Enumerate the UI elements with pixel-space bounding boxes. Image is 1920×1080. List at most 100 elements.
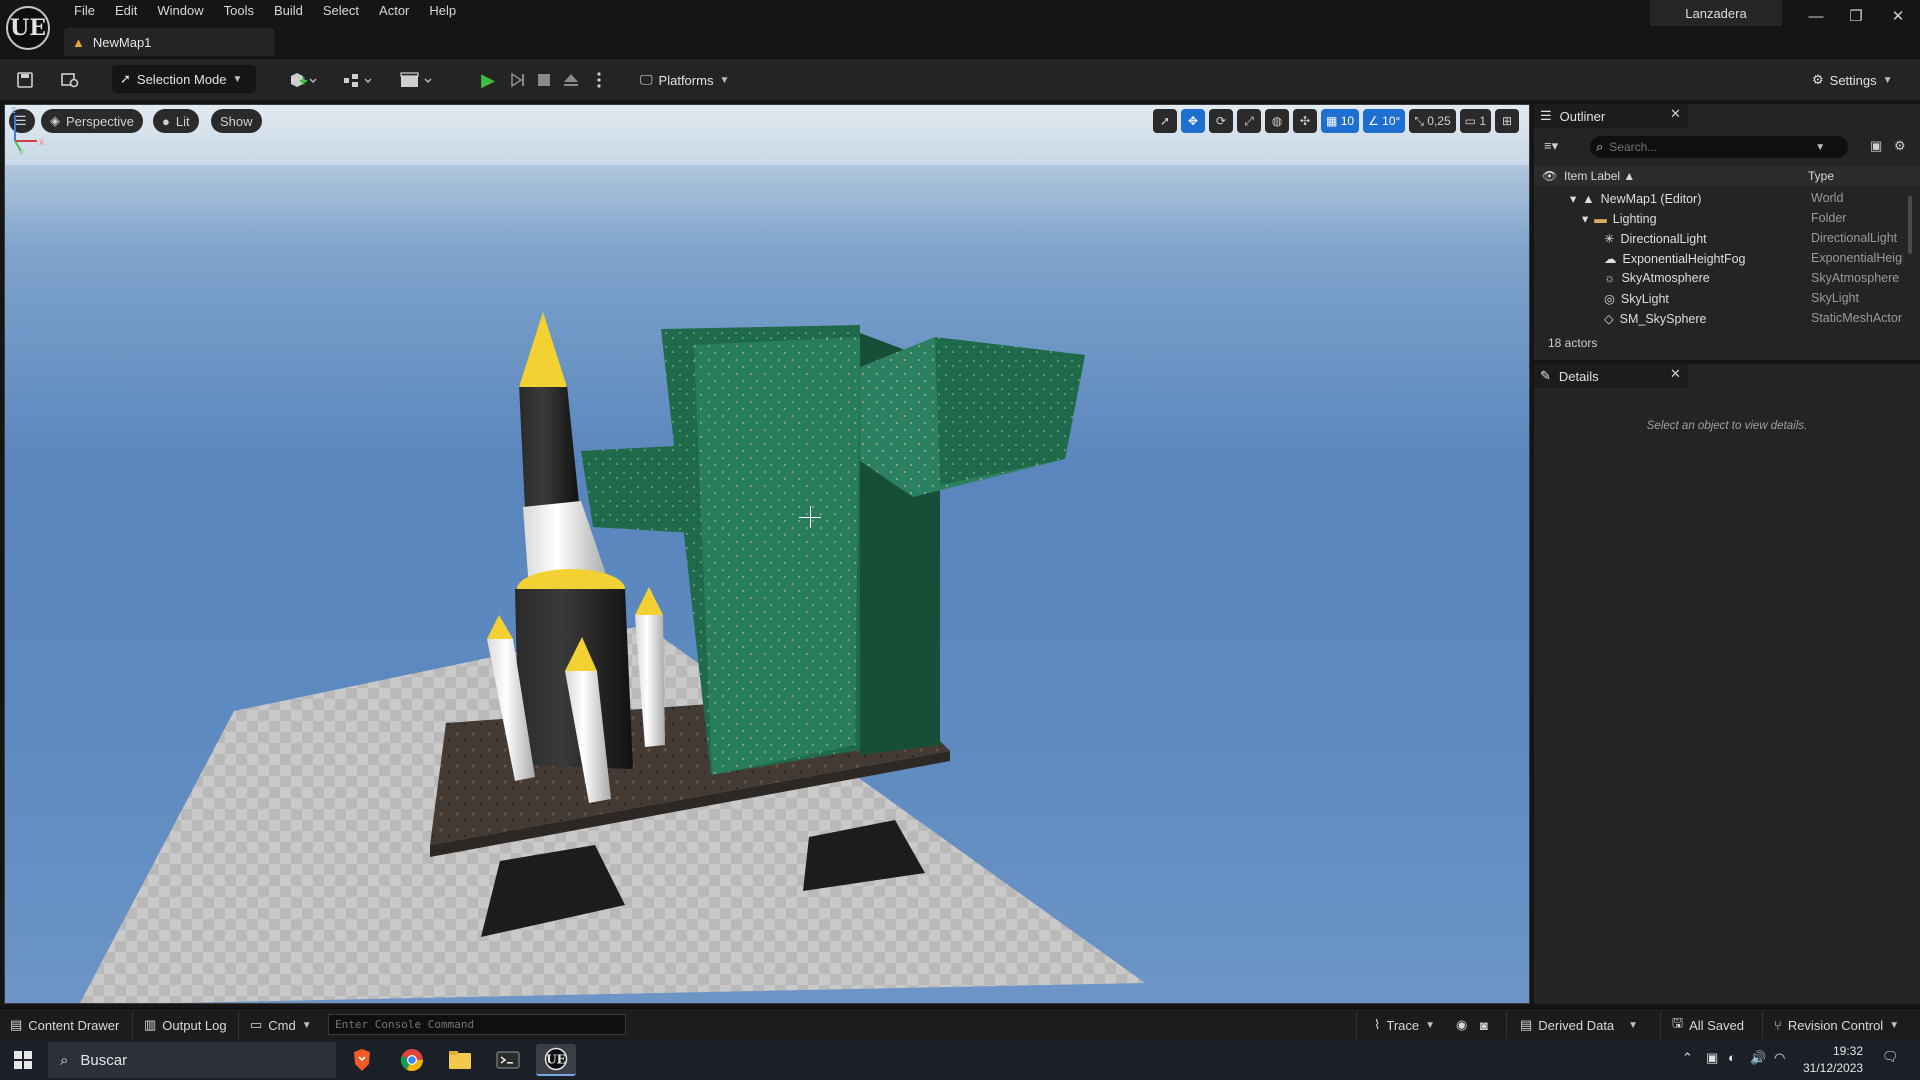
outliner-scrollbar[interactable] bbox=[1908, 196, 1912, 254]
column-item-label[interactable]: Item Label ▲ bbox=[1564, 169, 1635, 183]
platforms-dropdown[interactable]: 🖵 Platforms ▼ bbox=[640, 67, 729, 93]
skylight-icon: ◎ bbox=[1604, 292, 1615, 306]
blueprint-icon[interactable] bbox=[342, 69, 374, 91]
chevron-down-icon[interactable]: ▼ bbox=[1815, 142, 1825, 153]
rotation-snap-toggle[interactable]: ∠ 10° bbox=[1363, 109, 1406, 133]
menu-select[interactable]: Select bbox=[313, 0, 369, 24]
close-window-button[interactable]: ✕ bbox=[1880, 4, 1916, 28]
console-input-box[interactable] bbox=[328, 1014, 626, 1035]
outliner-row[interactable]: ▾ ▲ NewMap1 (Editor) World bbox=[1534, 188, 1914, 208]
gear-icon[interactable]: ⚙ bbox=[1894, 138, 1906, 154]
axis-x-label: x bbox=[39, 137, 44, 148]
rotate-tool-icon[interactable]: ⟳ bbox=[1209, 109, 1233, 133]
eject-icon[interactable] bbox=[562, 69, 580, 91]
cinematics-icon[interactable] bbox=[398, 69, 434, 91]
minimize-button[interactable]: — bbox=[1798, 4, 1834, 28]
more-options-icon[interactable] bbox=[596, 69, 602, 91]
save-icon[interactable] bbox=[16, 69, 34, 91]
filter-icon[interactable]: ≡▾ bbox=[1544, 138, 1558, 154]
camera-icon: ▭ bbox=[1464, 114, 1476, 128]
divider bbox=[132, 1011, 133, 1039]
notifications-icon[interactable]: 🗨 bbox=[1882, 1049, 1899, 1065]
menu-tools[interactable]: Tools bbox=[214, 0, 264, 24]
trace-dropdown[interactable]: ⌇ Trace ▼ bbox=[1374, 1015, 1435, 1035]
visibility-icon[interactable]: 👁 bbox=[1542, 169, 1557, 183]
output-log-button[interactable]: ▥ Output Log bbox=[144, 1015, 227, 1035]
lit-button[interactable]: ● Lit bbox=[153, 109, 199, 133]
menu-build[interactable]: Build bbox=[264, 0, 313, 24]
search-input[interactable] bbox=[1609, 140, 1810, 154]
record-icon[interactable]: ◉ bbox=[1456, 1015, 1467, 1035]
brave-browser-icon[interactable] bbox=[342, 1044, 382, 1076]
volume-icon[interactable]: 🔊 bbox=[1750, 1050, 1766, 1066]
camera-speed-button[interactable]: ▭ 1 bbox=[1459, 109, 1491, 133]
windows-start-icon[interactable] bbox=[8, 1046, 38, 1074]
wifi-icon[interactable]: ◠ bbox=[1774, 1050, 1785, 1066]
cmd-dropdown[interactable]: ▭ Cmd ▼ bbox=[250, 1015, 312, 1035]
close-icon[interactable]: ✕ bbox=[1670, 366, 1681, 382]
chrome-icon[interactable] bbox=[392, 1044, 432, 1076]
viewport-layout-icon[interactable]: ⊞ bbox=[1495, 109, 1519, 133]
console-input[interactable] bbox=[335, 1018, 615, 1031]
tab-newmap1[interactable]: ▲ NewMap1 bbox=[64, 28, 274, 56]
column-type[interactable]: Type bbox=[1808, 169, 1834, 183]
select-tool-icon[interactable]: ➚ bbox=[1153, 109, 1177, 133]
outliner-row[interactable]: ☁ ExponentialHeightFog ExponentialHeightF… bbox=[1534, 248, 1914, 268]
outliner-row[interactable]: ◇ SM_SkySphere StaticMeshActor bbox=[1534, 308, 1914, 328]
settings-dropdown[interactable]: ⚙ Settings ▼ bbox=[1812, 67, 1893, 93]
chevron-down-icon: ▼ bbox=[1889, 1019, 1900, 1031]
surface-snap-icon[interactable]: ✣ bbox=[1293, 109, 1317, 133]
menu-actor[interactable]: Actor bbox=[369, 0, 419, 24]
menu-edit[interactable]: Edit bbox=[105, 0, 147, 24]
outliner-header: 👁 Item Label ▲ Type bbox=[1534, 166, 1920, 186]
world-space-icon[interactable]: ◍ bbox=[1265, 109, 1289, 133]
collapse-arrow-icon[interactable]: ▾ bbox=[1570, 191, 1576, 206]
grid-snap-toggle[interactable]: ▦ 10 bbox=[1321, 109, 1360, 133]
step-icon[interactable] bbox=[508, 69, 526, 91]
tab-details[interactable]: ✎ Details bbox=[1534, 364, 1688, 388]
browse-content-icon[interactable] bbox=[60, 69, 80, 91]
revision-control-dropdown[interactable]: ⑂ Revision Control ▼ bbox=[1774, 1015, 1899, 1035]
taskbar-search[interactable]: ⌕ Buscar bbox=[48, 1042, 336, 1078]
level-viewport[interactable]: ☰ ◈ Perspective ● Lit Show ➚ ✥ ⟳ ⤢ ◍ ✣ ▦… bbox=[4, 104, 1530, 1004]
play-icon[interactable]: ▶ bbox=[474, 67, 502, 93]
unreal-editor-icon[interactable]: UE bbox=[536, 1044, 576, 1076]
perspective-button[interactable]: ◈ Perspective bbox=[41, 109, 143, 133]
outliner-row[interactable]: ☼ SkyAtmosphere SkyAtmosphere bbox=[1534, 268, 1914, 288]
menu-file[interactable]: File bbox=[64, 0, 105, 24]
scale-snap-toggle[interactable]: ⤡ 0,25 bbox=[1409, 109, 1456, 133]
show-button[interactable]: Show bbox=[211, 109, 262, 133]
derived-data-dropdown[interactable]: ▤ Derived Data ▼ bbox=[1520, 1015, 1638, 1035]
content-drawer-button[interactable]: ▤ Content Drawer bbox=[10, 1015, 119, 1035]
stop-icon[interactable] bbox=[536, 69, 552, 91]
chevron-up-icon[interactable]: ⌃ bbox=[1682, 1050, 1693, 1066]
outliner-search[interactable]: ⌕ ▼ bbox=[1590, 136, 1848, 158]
taskbar-clock[interactable]: 19:32 31/12/2023 bbox=[1803, 1043, 1863, 1077]
close-icon[interactable]: ✕ bbox=[1670, 106, 1681, 122]
outliner-row[interactable]: ◎ SkyLight SkyLight bbox=[1534, 288, 1914, 308]
restore-button[interactable]: ❐ bbox=[1838, 4, 1874, 28]
trace-label: Trace bbox=[1386, 1017, 1420, 1033]
menu-window[interactable]: Window bbox=[147, 0, 213, 24]
all-saved-button[interactable]: 🖫 All Saved bbox=[1672, 1015, 1744, 1035]
chevron-down-icon: ▼ bbox=[301, 1019, 312, 1031]
new-folder-icon[interactable]: ▣ bbox=[1870, 138, 1882, 154]
file-explorer-icon[interactable] bbox=[440, 1044, 480, 1076]
row-label: DirectionalLight bbox=[1620, 231, 1707, 246]
log-icon: ▥ bbox=[144, 1017, 157, 1032]
terminal-icon[interactable] bbox=[488, 1044, 528, 1076]
unreal-logo-icon[interactable]: UE bbox=[6, 6, 50, 50]
add-actor-icon[interactable] bbox=[288, 69, 318, 91]
screenshot-icon[interactable]: ◙ bbox=[1480, 1015, 1488, 1035]
translate-tool-icon[interactable]: ✥ bbox=[1181, 109, 1205, 133]
sphere-icon: ● bbox=[162, 113, 170, 129]
tab-outliner[interactable]: ☰ Outliner bbox=[1534, 104, 1688, 128]
menu-help[interactable]: Help bbox=[419, 0, 466, 24]
collapse-arrow-icon[interactable]: ▾ bbox=[1582, 211, 1588, 226]
selection-mode-dropdown[interactable]: ➚ Selection Mode ▼ bbox=[112, 65, 256, 93]
outliner-row[interactable]: ✳ DirectionalLight DirectionalLight bbox=[1534, 228, 1914, 248]
outliner-row[interactable]: ▾ ▬ Lighting Folder bbox=[1534, 208, 1914, 228]
tray-app-icon[interactable]: ▣ bbox=[1706, 1050, 1718, 1066]
scale-tool-icon[interactable]: ⤢ bbox=[1237, 109, 1261, 133]
discord-icon[interactable]: ◐ bbox=[1728, 1050, 1736, 1065]
